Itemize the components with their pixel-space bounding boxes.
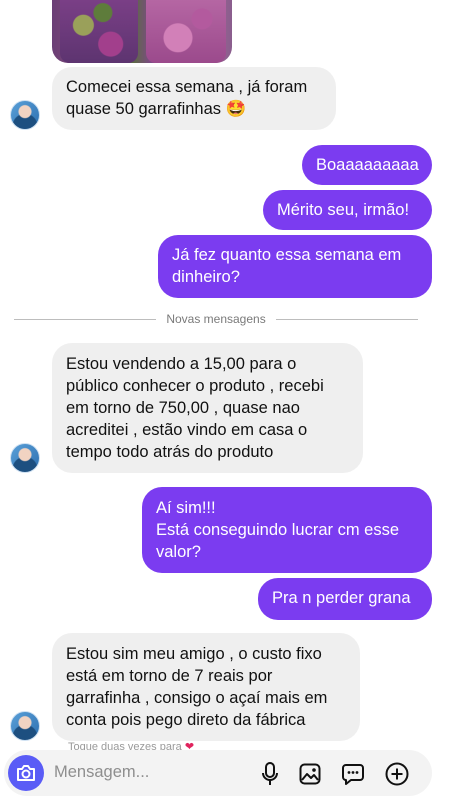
message-composer: Mensagem... [4, 750, 432, 796]
new-messages-divider: Novas mensagens [14, 312, 419, 326]
bottle-image [146, 0, 226, 63]
message-outgoing[interactable]: Boaaaaaaaaa [302, 145, 432, 185]
message-input[interactable]: Mensagem... [54, 763, 149, 782]
bottle-image [60, 0, 138, 63]
gallery-button[interactable] [297, 761, 323, 787]
microphone-button[interactable] [257, 761, 283, 787]
camera-button[interactable] [8, 755, 44, 791]
gallery-icon [299, 763, 321, 785]
sticker-button[interactable] [340, 761, 366, 787]
divider-line [14, 318, 157, 320]
camera-icon [17, 765, 35, 781]
divider-line [275, 318, 419, 320]
shared-photo[interactable] [52, 0, 232, 63]
contact-avatar[interactable] [10, 443, 40, 473]
add-icon [385, 762, 409, 786]
message-outgoing[interactable]: Pra n perder grana [258, 578, 432, 620]
message-incoming[interactable]: Estou sim meu amigo , o custo fixo está … [52, 633, 360, 741]
microphone-icon [262, 762, 278, 785]
message-outgoing[interactable]: Mérito seu, irmão! [263, 190, 432, 230]
message-incoming[interactable]: Estou vendendo a 15,00 para o público co… [52, 343, 363, 473]
message-outgoing[interactable]: Aí sim!!! Está conseguindo lucrar cm ess… [142, 487, 432, 573]
contact-avatar[interactable] [10, 100, 40, 130]
message-outgoing[interactable]: Já fez quanto essa semana em dinheiro? [158, 235, 432, 298]
add-button[interactable] [384, 761, 410, 787]
message-incoming[interactable]: Comecei essa semana , já foram quase 50 … [52, 67, 336, 130]
divider-label: Novas mensagens [166, 312, 266, 326]
sticker-icon [342, 764, 364, 785]
contact-avatar[interactable] [10, 711, 40, 741]
